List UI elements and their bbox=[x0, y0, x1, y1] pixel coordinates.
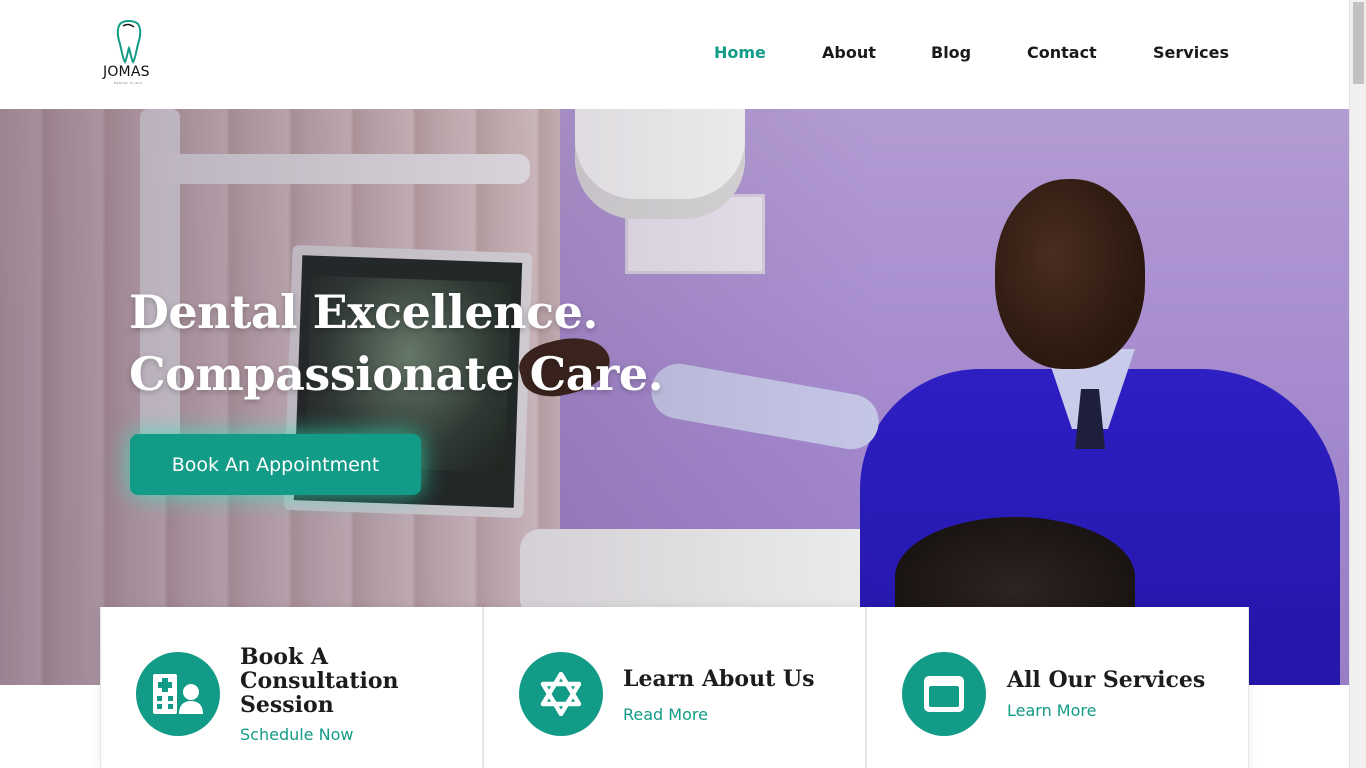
hero-headline: Dental Excellence. Compassionate Care. bbox=[129, 281, 664, 405]
learn-more-link[interactable]: Learn More bbox=[1007, 701, 1096, 720]
feature-cards: Book A Consultation Session Schedule Now… bbox=[100, 607, 1249, 768]
scrollbar-thumb[interactable] bbox=[1353, 2, 1364, 84]
page-scrollbar[interactable] bbox=[1349, 0, 1366, 768]
read-more-link[interactable]: Read More bbox=[623, 705, 708, 724]
main-nav: Home About Blog Contact Services bbox=[0, 43, 1349, 65]
book-appointment-button[interactable]: Book An Appointment bbox=[130, 434, 421, 495]
nav-contact[interactable]: Contact bbox=[1027, 43, 1097, 62]
schedule-now-link[interactable]: Schedule Now bbox=[240, 725, 353, 744]
brand-tagline: DENTAL CLINIC bbox=[114, 81, 143, 85]
hero-section: Dental Excellence. Compassionate Care. B… bbox=[0, 109, 1349, 685]
nav-blog[interactable]: Blog bbox=[931, 43, 971, 62]
hospital-doctor-icon bbox=[136, 652, 220, 736]
card-consultation[interactable]: Book A Consultation Session Schedule Now bbox=[100, 607, 483, 768]
brand-name: JOMAS bbox=[103, 64, 150, 80]
nav-services[interactable]: Services bbox=[1153, 43, 1229, 62]
card-title: Book A Consultation Session bbox=[240, 644, 399, 718]
card-title: Learn About Us bbox=[623, 666, 815, 692]
card-about[interactable]: Learn About Us Read More bbox=[483, 607, 866, 768]
card-title: All Our Services bbox=[1007, 667, 1206, 693]
star-of-david-icon bbox=[519, 652, 603, 736]
nav-home[interactable]: Home bbox=[714, 43, 766, 62]
window-icon bbox=[902, 652, 986, 736]
nav-about[interactable]: About bbox=[822, 43, 876, 62]
hero-headline-line2: Compassionate Care. bbox=[129, 347, 664, 401]
hero-headline-line1: Dental Excellence. bbox=[129, 285, 598, 339]
site-header: JOMAS DENTAL CLINIC Home About Blog Cont… bbox=[0, 0, 1349, 109]
card-services[interactable]: All Our Services Learn More bbox=[866, 607, 1249, 768]
